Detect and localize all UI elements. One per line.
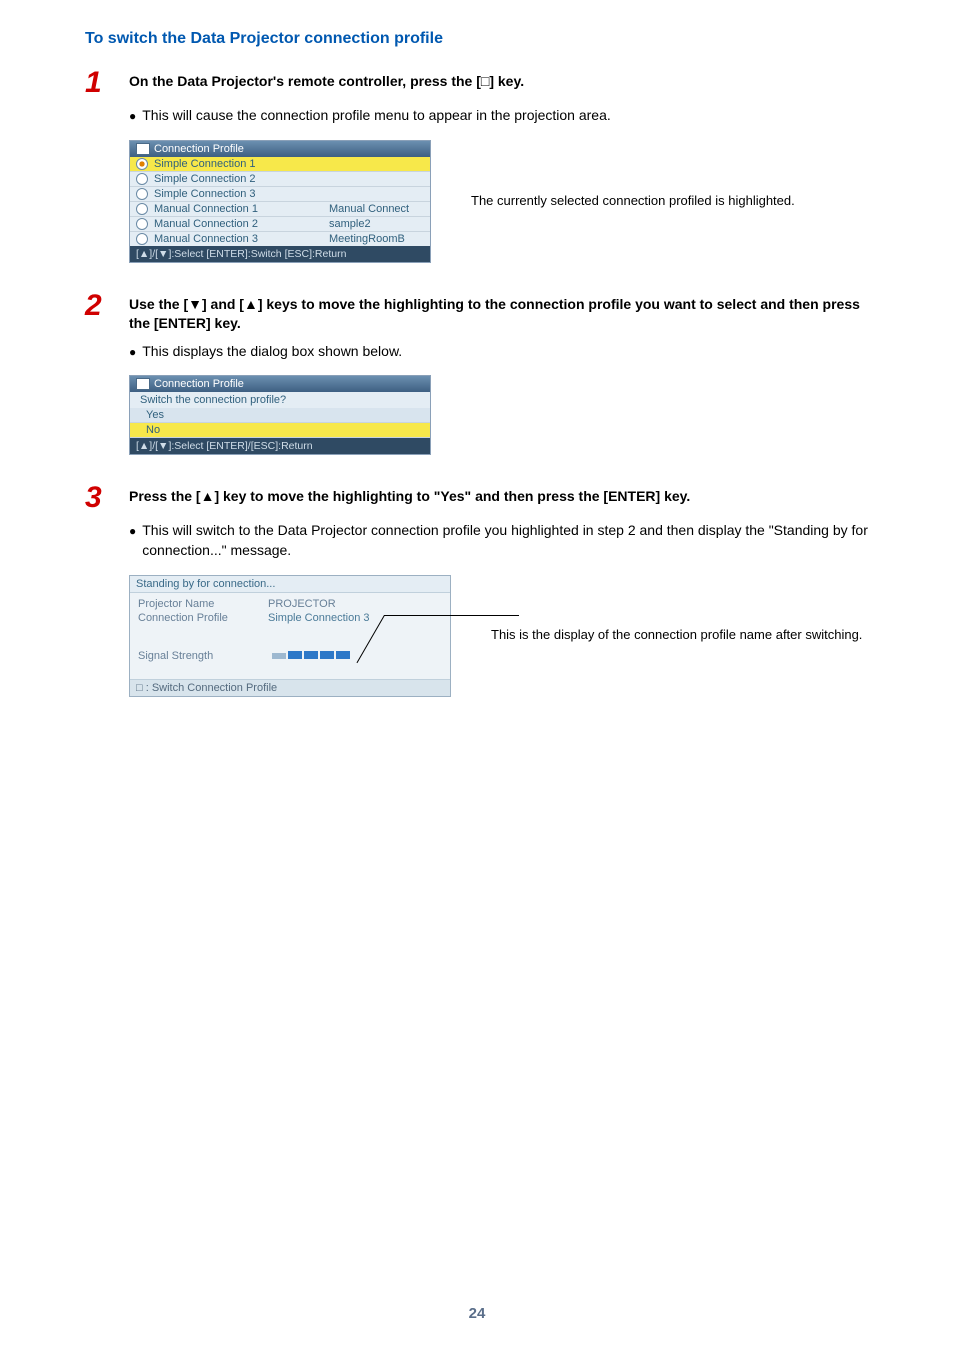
step-3-bullet: ● This will switch to the Data Projector… (129, 521, 869, 560)
signal-row: Signal Strength (138, 649, 442, 663)
step-2-title: Use the [▼] and [▲] keys to move the hig… (129, 295, 869, 334)
profile-extra: MeetingRoomB (329, 233, 424, 245)
profile-extra: sample2 (329, 218, 424, 230)
bullet-icon: ● (129, 523, 136, 540)
section-heading: To switch the Data Projector connection … (85, 30, 869, 48)
dialog-title: Connection Profile (154, 143, 244, 155)
profile-label: Simple Connection 2 (154, 173, 329, 185)
radio-icon (136, 158, 148, 170)
step-number: 1 (85, 68, 129, 98)
bullet-icon: ● (129, 108, 136, 125)
dialog-footer: [▲]/[▼]:Select [ENTER]/[ESC]:Return (130, 438, 430, 454)
dialog-titlebar: Connection Profile (130, 141, 430, 157)
bullet-icon: ● (129, 344, 136, 361)
profile-row[interactable]: Simple Connection 1 (130, 157, 430, 172)
standby-key: Projector Name (138, 598, 268, 610)
profile-label: Simple Connection 1 (154, 158, 329, 170)
signal-strength-icon (272, 651, 350, 659)
figure-1-caption: The currently selected connection profil… (471, 192, 795, 210)
step-1-bullet: ● This will cause the connection profile… (129, 106, 869, 126)
radio-icon (136, 173, 148, 185)
standby-dialog: Standing by for connection... Projector … (129, 575, 451, 697)
step-1: 1 On the Data Projector's remote control… (85, 68, 869, 98)
step-number: 2 (85, 291, 129, 321)
page-number: 24 (0, 1305, 954, 1322)
profile-label: Manual Connection 1 (154, 203, 329, 215)
bullet-text: This displays the dialog box shown below… (142, 342, 402, 362)
standby-value: PROJECTOR (268, 598, 442, 610)
connection-icon (136, 378, 150, 390)
figure-3-caption: This is the display of the connection pr… (491, 626, 862, 644)
step-1-title: On the Data Projector's remote controlle… (129, 72, 869, 92)
confirm-question: Switch the connection profile? (130, 392, 430, 408)
standby-row: Connection Profile Simple Connection 3 (138, 611, 442, 625)
confirm-no-row[interactable]: No (130, 423, 430, 438)
radio-icon (136, 188, 148, 200)
profile-label: Simple Connection 3 (154, 188, 329, 200)
dialog-title: Connection Profile (154, 378, 244, 390)
radio-icon (136, 218, 148, 230)
step-2: 2 Use the [▼] and [▲] keys to move the h… (85, 291, 869, 334)
profile-row[interactable]: Manual Connection 1 Manual Connect (130, 202, 430, 217)
profile-row[interactable]: Simple Connection 3 (130, 187, 430, 202)
standby-value: Simple Connection 3 (268, 612, 442, 624)
dialog-titlebar: Connection Profile (130, 376, 430, 392)
profile-row[interactable]: Manual Connection 3 MeetingRoomB (130, 232, 430, 246)
profile-label: Manual Connection 3 (154, 233, 329, 245)
confirm-yes-row[interactable]: Yes (130, 408, 430, 423)
dialog-footer: [▲]/[▼]:Select [ENTER]:Switch [ESC]:Retu… (130, 246, 430, 262)
radio-icon (136, 233, 148, 245)
signal-label: Signal Strength (138, 650, 268, 662)
standby-key: Connection Profile (138, 612, 268, 624)
confirm-dialog: Connection Profile Switch the connection… (129, 375, 431, 455)
step-2-bullet: ● This displays the dialog box shown bel… (129, 342, 869, 362)
radio-icon (136, 203, 148, 215)
profile-extra: Manual Connect (329, 203, 424, 215)
step-3: 3 Press the [▲] key to move the highligh… (85, 483, 869, 513)
connection-profile-dialog: Connection Profile Simple Connection 1 S… (129, 140, 431, 263)
step-number: 3 (85, 483, 129, 513)
step-3-title: Press the [▲] key to move the highlighti… (129, 487, 869, 507)
standby-footer: □ : Switch Connection Profile (130, 679, 450, 696)
standby-row: Projector Name PROJECTOR (138, 597, 442, 611)
profile-row[interactable]: Manual Connection 2 sample2 (130, 217, 430, 232)
connection-icon (136, 143, 150, 155)
profile-list: Simple Connection 1 Simple Connection 2 … (130, 157, 430, 246)
bullet-text: This will cause the connection profile m… (142, 106, 611, 126)
profile-label: Manual Connection 2 (154, 218, 329, 230)
bullet-text: This will switch to the Data Projector c… (142, 521, 869, 560)
profile-row[interactable]: Simple Connection 2 (130, 172, 430, 187)
standby-title: Standing by for connection... (130, 576, 450, 593)
